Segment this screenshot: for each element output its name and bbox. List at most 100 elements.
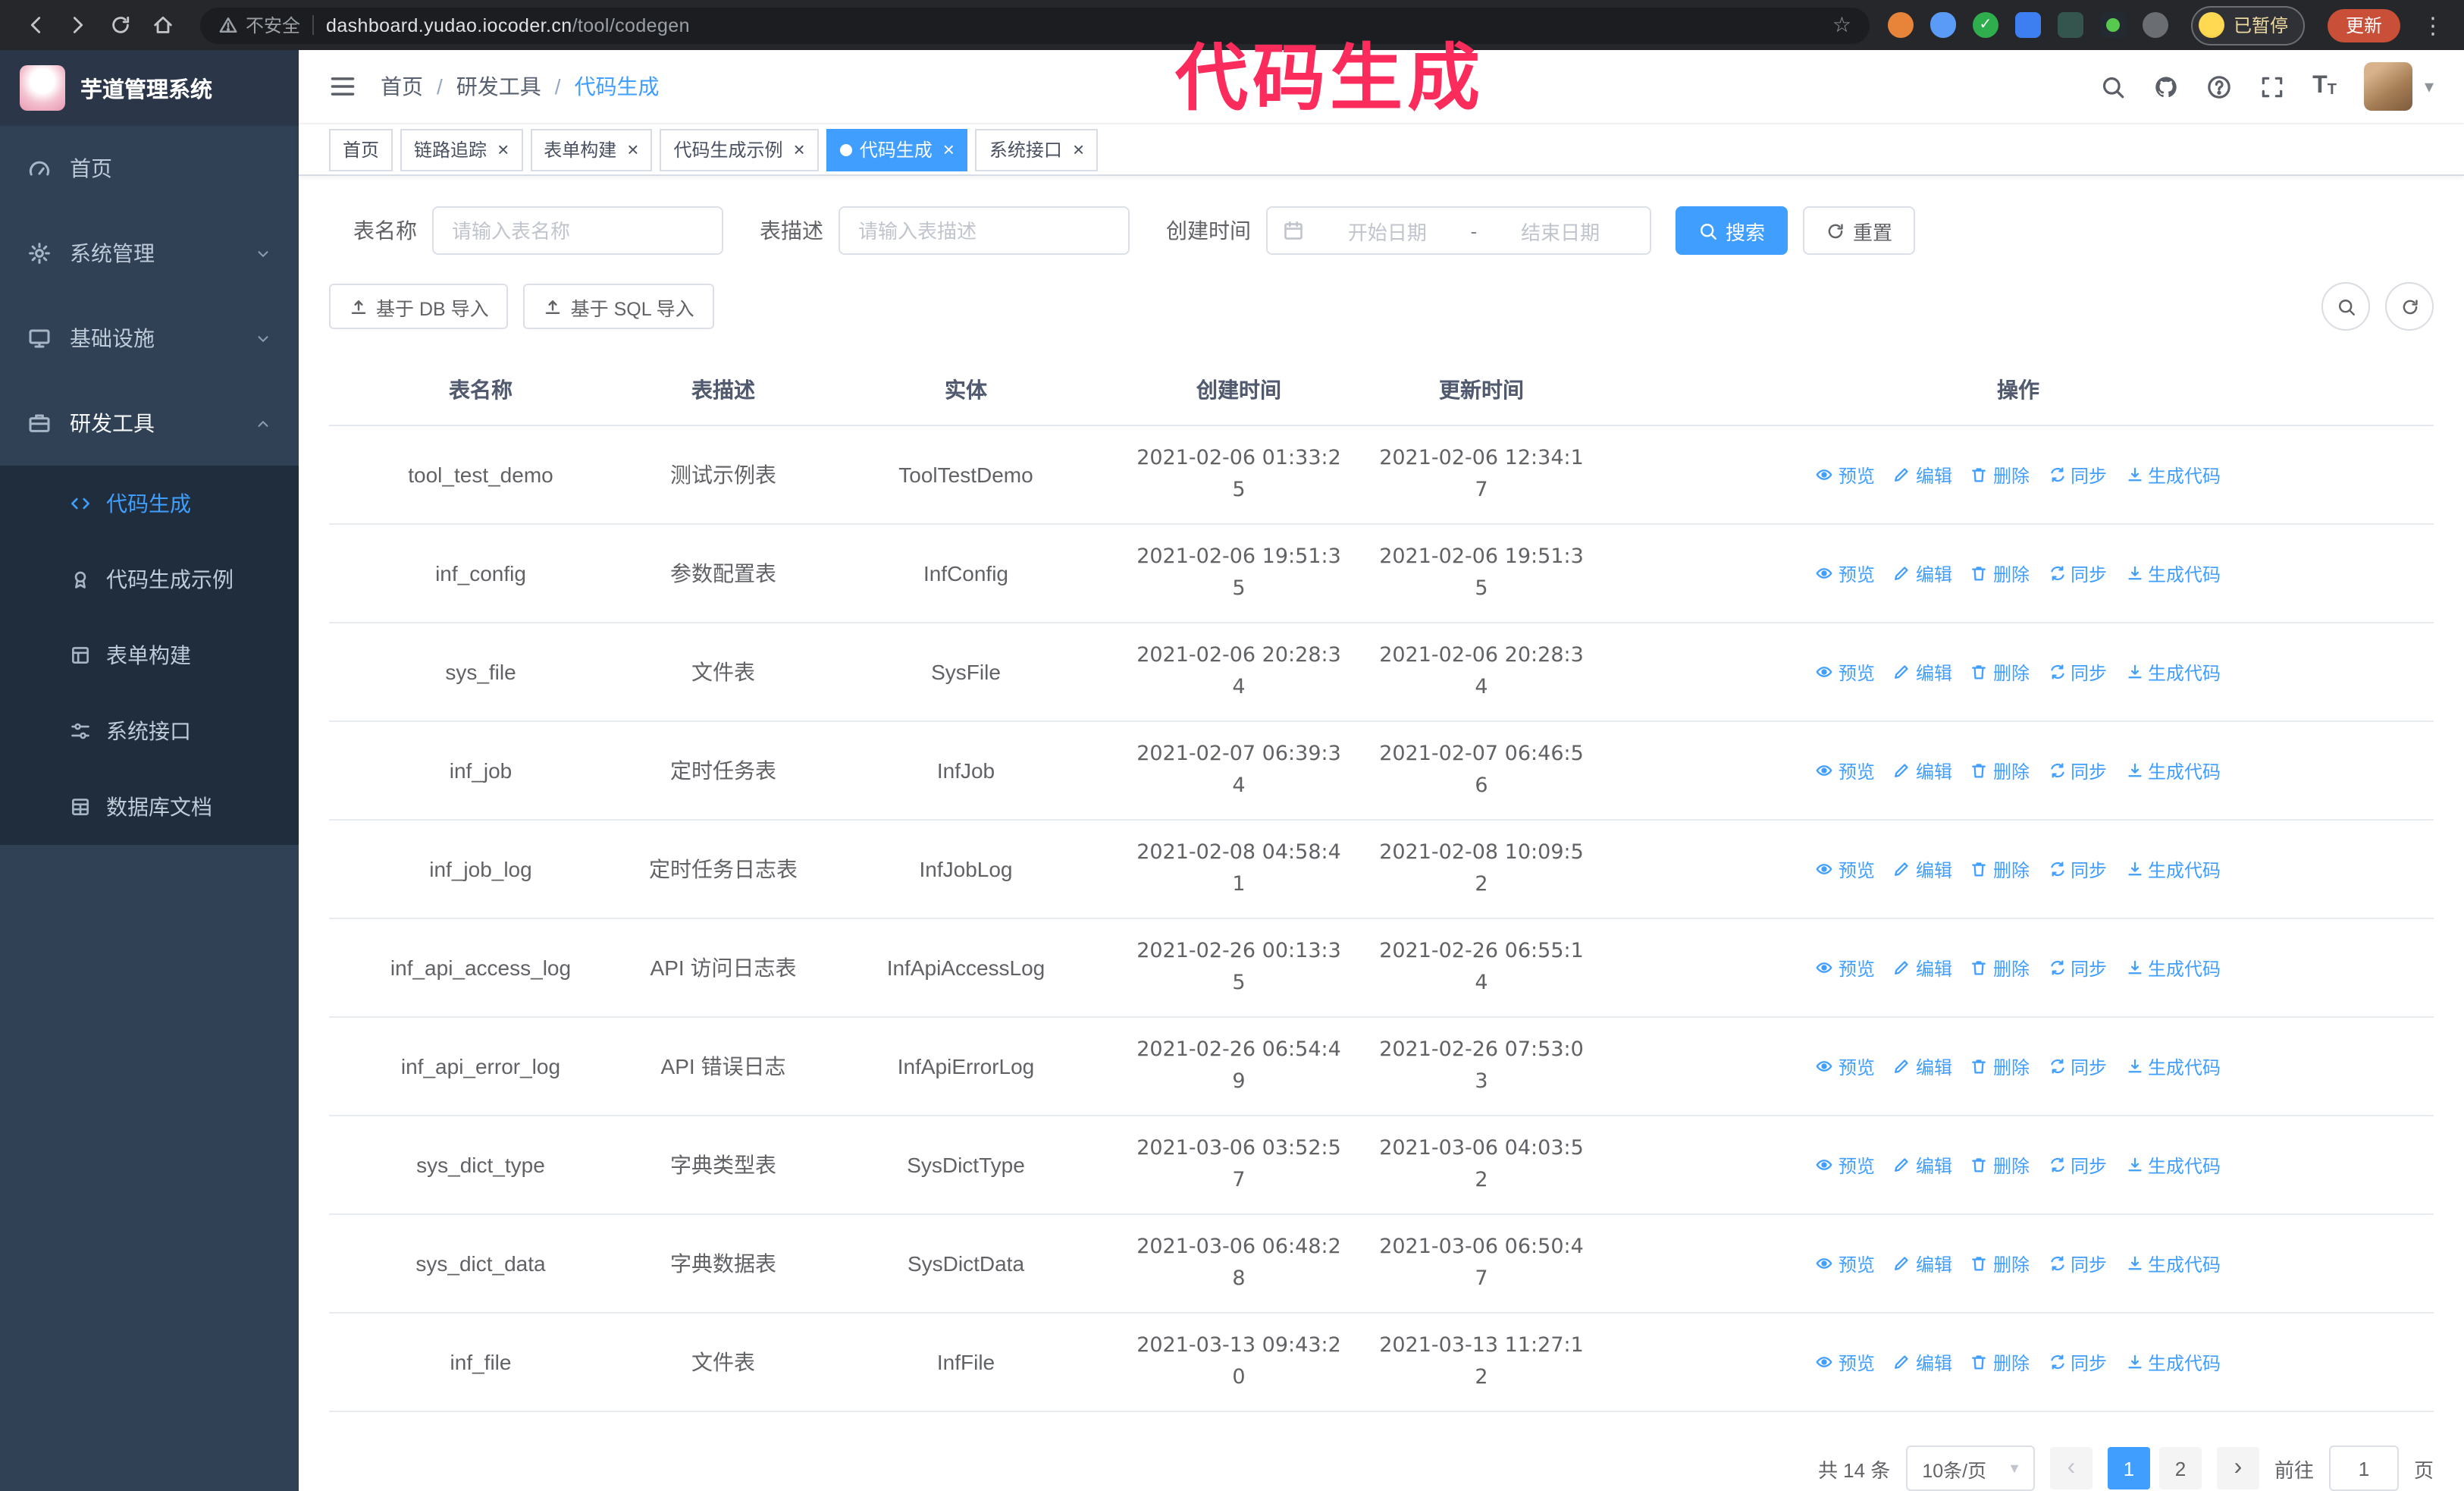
sidebar-item[interactable]: 首页 — [0, 126, 299, 211]
sidebar-subitem[interactable]: 表单构建 — [0, 617, 299, 693]
date-range-picker[interactable]: 开始日期 - 结束日期 — [1266, 206, 1651, 255]
reload-icon[interactable] — [100, 5, 140, 45]
close-icon[interactable]: × — [497, 140, 509, 159]
preview-link[interactable]: 预览 — [1816, 955, 1875, 981]
sync-link[interactable]: 同步 — [2048, 659, 2107, 685]
tab-item[interactable]: 首页 — [329, 128, 393, 171]
delete-link[interactable]: 删除 — [1970, 1053, 2030, 1079]
prev-page-button[interactable]: ‹ — [2049, 1447, 2093, 1489]
close-icon[interactable]: × — [1073, 140, 1084, 159]
address-bar[interactable]: 不安全 dashboard.yudao.iocoder.cn/tool/code… — [200, 7, 1870, 43]
edit-link[interactable]: 编辑 — [1893, 856, 1952, 882]
import-db-button[interactable]: 基于 DB 导入 — [329, 284, 509, 329]
delete-link[interactable]: 删除 — [1970, 462, 2030, 488]
close-icon[interactable]: × — [943, 140, 955, 159]
search-icon[interactable] — [2100, 74, 2126, 99]
menu-fold-icon[interactable] — [329, 73, 356, 100]
sync-link[interactable]: 同步 — [2048, 1349, 2107, 1375]
close-icon[interactable]: × — [794, 140, 805, 159]
generate-link[interactable]: 生成代码 — [2125, 758, 2221, 783]
preview-link[interactable]: 预览 — [1816, 856, 1875, 882]
extension-icon[interactable] — [2014, 12, 2041, 38]
sync-link[interactable]: 同步 — [2048, 1053, 2107, 1079]
sidebar-subitem[interactable]: 代码生成 — [0, 466, 299, 541]
security-chip[interactable]: 不安全 — [218, 12, 300, 38]
delete-link[interactable]: 删除 — [1970, 1251, 2030, 1276]
edit-link[interactable]: 编辑 — [1893, 1053, 1952, 1079]
sidebar-subitem[interactable]: 系统接口 — [0, 693, 299, 769]
generate-link[interactable]: 生成代码 — [2125, 462, 2221, 488]
extension-icon[interactable] — [1887, 12, 1914, 38]
forward-icon[interactable] — [58, 5, 97, 45]
fullscreen-icon[interactable] — [2259, 74, 2285, 99]
preview-link[interactable]: 预览 — [1816, 560, 1875, 586]
sync-link[interactable]: 同步 — [2048, 758, 2107, 783]
page-button[interactable]: 1 — [2107, 1447, 2150, 1489]
delete-link[interactable]: 删除 — [1970, 659, 2030, 685]
tab-item[interactable]: 代码生成示例 × — [660, 128, 819, 171]
home-icon[interactable] — [143, 5, 182, 45]
preview-link[interactable]: 预览 — [1816, 1251, 1875, 1276]
sync-link[interactable]: 同步 — [2048, 1152, 2107, 1178]
goto-page-input[interactable] — [2328, 1445, 2399, 1491]
delete-link[interactable]: 删除 — [1970, 955, 2030, 981]
sync-link[interactable]: 同步 — [2048, 560, 2107, 586]
preview-link[interactable]: 预览 — [1816, 1349, 1875, 1375]
sync-link[interactable]: 同步 — [2048, 955, 2107, 981]
preview-link[interactable]: 预览 — [1816, 1053, 1875, 1079]
delete-link[interactable]: 删除 — [1970, 1349, 2030, 1375]
tab-item[interactable]: 链路追踪 × — [400, 128, 523, 171]
tab-item[interactable]: 系统接口 × — [975, 128, 1099, 171]
extension-icon[interactable] — [2099, 12, 2126, 38]
update-button[interactable]: 更新 — [2327, 8, 2400, 42]
sync-link[interactable]: 同步 — [2048, 462, 2107, 488]
generate-link[interactable]: 生成代码 — [2125, 1152, 2221, 1178]
search-button[interactable]: 搜索 — [1676, 206, 1788, 255]
reset-button[interactable]: 重置 — [1803, 206, 1916, 255]
kebab-menu-icon[interactable]: ⋮ — [2417, 11, 2449, 39]
generate-link[interactable]: 生成代码 — [2125, 659, 2221, 685]
page-size-select[interactable]: 10条/页 ▼ — [1905, 1445, 2035, 1491]
tab-item[interactable]: 代码生成 × — [826, 128, 968, 171]
breadcrumb-item[interactable]: 代码生成 — [575, 71, 660, 102]
generate-link[interactable]: 生成代码 — [2125, 1053, 2221, 1079]
import-sql-button[interactable]: 基于 SQL 导入 — [523, 284, 714, 329]
profile-chip[interactable]: 已暂停 — [2190, 5, 2305, 45]
table-name-input[interactable] — [432, 206, 723, 255]
edit-link[interactable]: 编辑 — [1893, 659, 1952, 685]
preview-link[interactable]: 预览 — [1816, 758, 1875, 783]
toggle-search-button[interactable] — [2321, 282, 2370, 331]
edit-link[interactable]: 编辑 — [1893, 758, 1952, 783]
edit-link[interactable]: 编辑 — [1893, 462, 1952, 488]
delete-link[interactable]: 删除 — [1970, 560, 2030, 586]
font-size-icon[interactable] — [2312, 74, 2337, 99]
edit-link[interactable]: 编辑 — [1893, 955, 1952, 981]
bookmark-star-icon[interactable]: ☆ — [1832, 12, 1851, 38]
delete-link[interactable]: 删除 — [1970, 1152, 2030, 1178]
refresh-button[interactable] — [2385, 282, 2434, 331]
generate-link[interactable]: 生成代码 — [2125, 1349, 2221, 1375]
preview-link[interactable]: 预览 — [1816, 1152, 1875, 1178]
generate-link[interactable]: 生成代码 — [2125, 856, 2221, 882]
generate-link[interactable]: 生成代码 — [2125, 1251, 2221, 1276]
generate-link[interactable]: 生成代码 — [2125, 955, 2221, 981]
next-page-button[interactable]: › — [2216, 1447, 2259, 1489]
user-avatar[interactable] — [2363, 62, 2412, 111]
preview-link[interactable]: 预览 — [1816, 462, 1875, 488]
breadcrumb-item[interactable]: 研发工具 — [456, 71, 541, 102]
preview-link[interactable]: 预览 — [1816, 659, 1875, 685]
edit-link[interactable]: 编辑 — [1893, 560, 1952, 586]
delete-link[interactable]: 删除 — [1970, 758, 2030, 783]
tab-item[interactable]: 表单构建 × — [530, 128, 653, 171]
back-icon[interactable] — [15, 5, 55, 45]
extension-icon[interactable] — [2057, 12, 2083, 38]
page-button[interactable]: 2 — [2158, 1447, 2202, 1489]
help-icon[interactable] — [2206, 74, 2232, 99]
caret-down-icon[interactable]: ▾ — [2425, 76, 2434, 97]
sidebar-subitem[interactable]: 数据库文档 — [0, 769, 299, 845]
sidebar-item[interactable]: 研发工具 — [0, 381, 299, 466]
generate-link[interactable]: 生成代码 — [2125, 560, 2221, 586]
edit-link[interactable]: 编辑 — [1893, 1349, 1952, 1375]
sidebar-subitem[interactable]: 代码生成示例 — [0, 541, 299, 617]
github-icon[interactable] — [2153, 74, 2179, 99]
